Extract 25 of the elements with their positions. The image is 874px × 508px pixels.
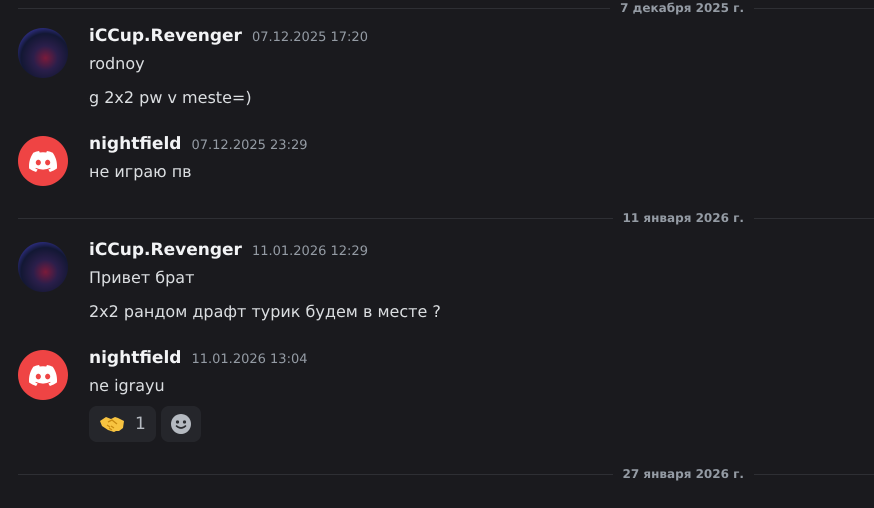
- avatar[interactable]: [18, 350, 68, 400]
- avatar[interactable]: [18, 136, 68, 186]
- add-reaction-button[interactable]: [160, 406, 201, 442]
- author-name[interactable]: nightfield: [89, 348, 182, 368]
- author-name[interactable]: nightfield: [89, 134, 182, 154]
- message-text: не играю пв: [89, 161, 193, 183]
- reaction-button[interactable]: 1: [89, 406, 156, 442]
- date-divider-label: 11 января 2026 г.: [622, 211, 744, 225]
- date-divider-label: 27 января 2026 г.: [622, 467, 744, 481]
- message-text: 2x2 рандом драфт турик будем в месте ?: [89, 301, 441, 323]
- timestamp: 11.01.2026 12:29: [252, 244, 368, 259]
- author-name[interactable]: iCCup.Revenger: [89, 26, 242, 46]
- message-text: g 2x2 pw v meste=): [89, 87, 253, 109]
- controller-logo-icon: [29, 150, 57, 172]
- smiley-icon: [170, 413, 192, 435]
- timestamp: 07.12.2025 23:29: [191, 138, 308, 153]
- timestamp: 11.01.2026 13:04: [191, 352, 308, 367]
- message-text: rodnoy: [89, 53, 146, 75]
- date-divider-label: 7 декабря 2025 г.: [620, 1, 744, 15]
- timestamp: 07.12.2025 17:20: [252, 30, 368, 45]
- message-text: Привет брат: [89, 267, 196, 289]
- message-text: ne igrayu: [89, 375, 166, 397]
- controller-logo-icon: [29, 364, 57, 386]
- handshake-icon: [99, 416, 125, 432]
- author-name[interactable]: iCCup.Revenger: [89, 240, 242, 260]
